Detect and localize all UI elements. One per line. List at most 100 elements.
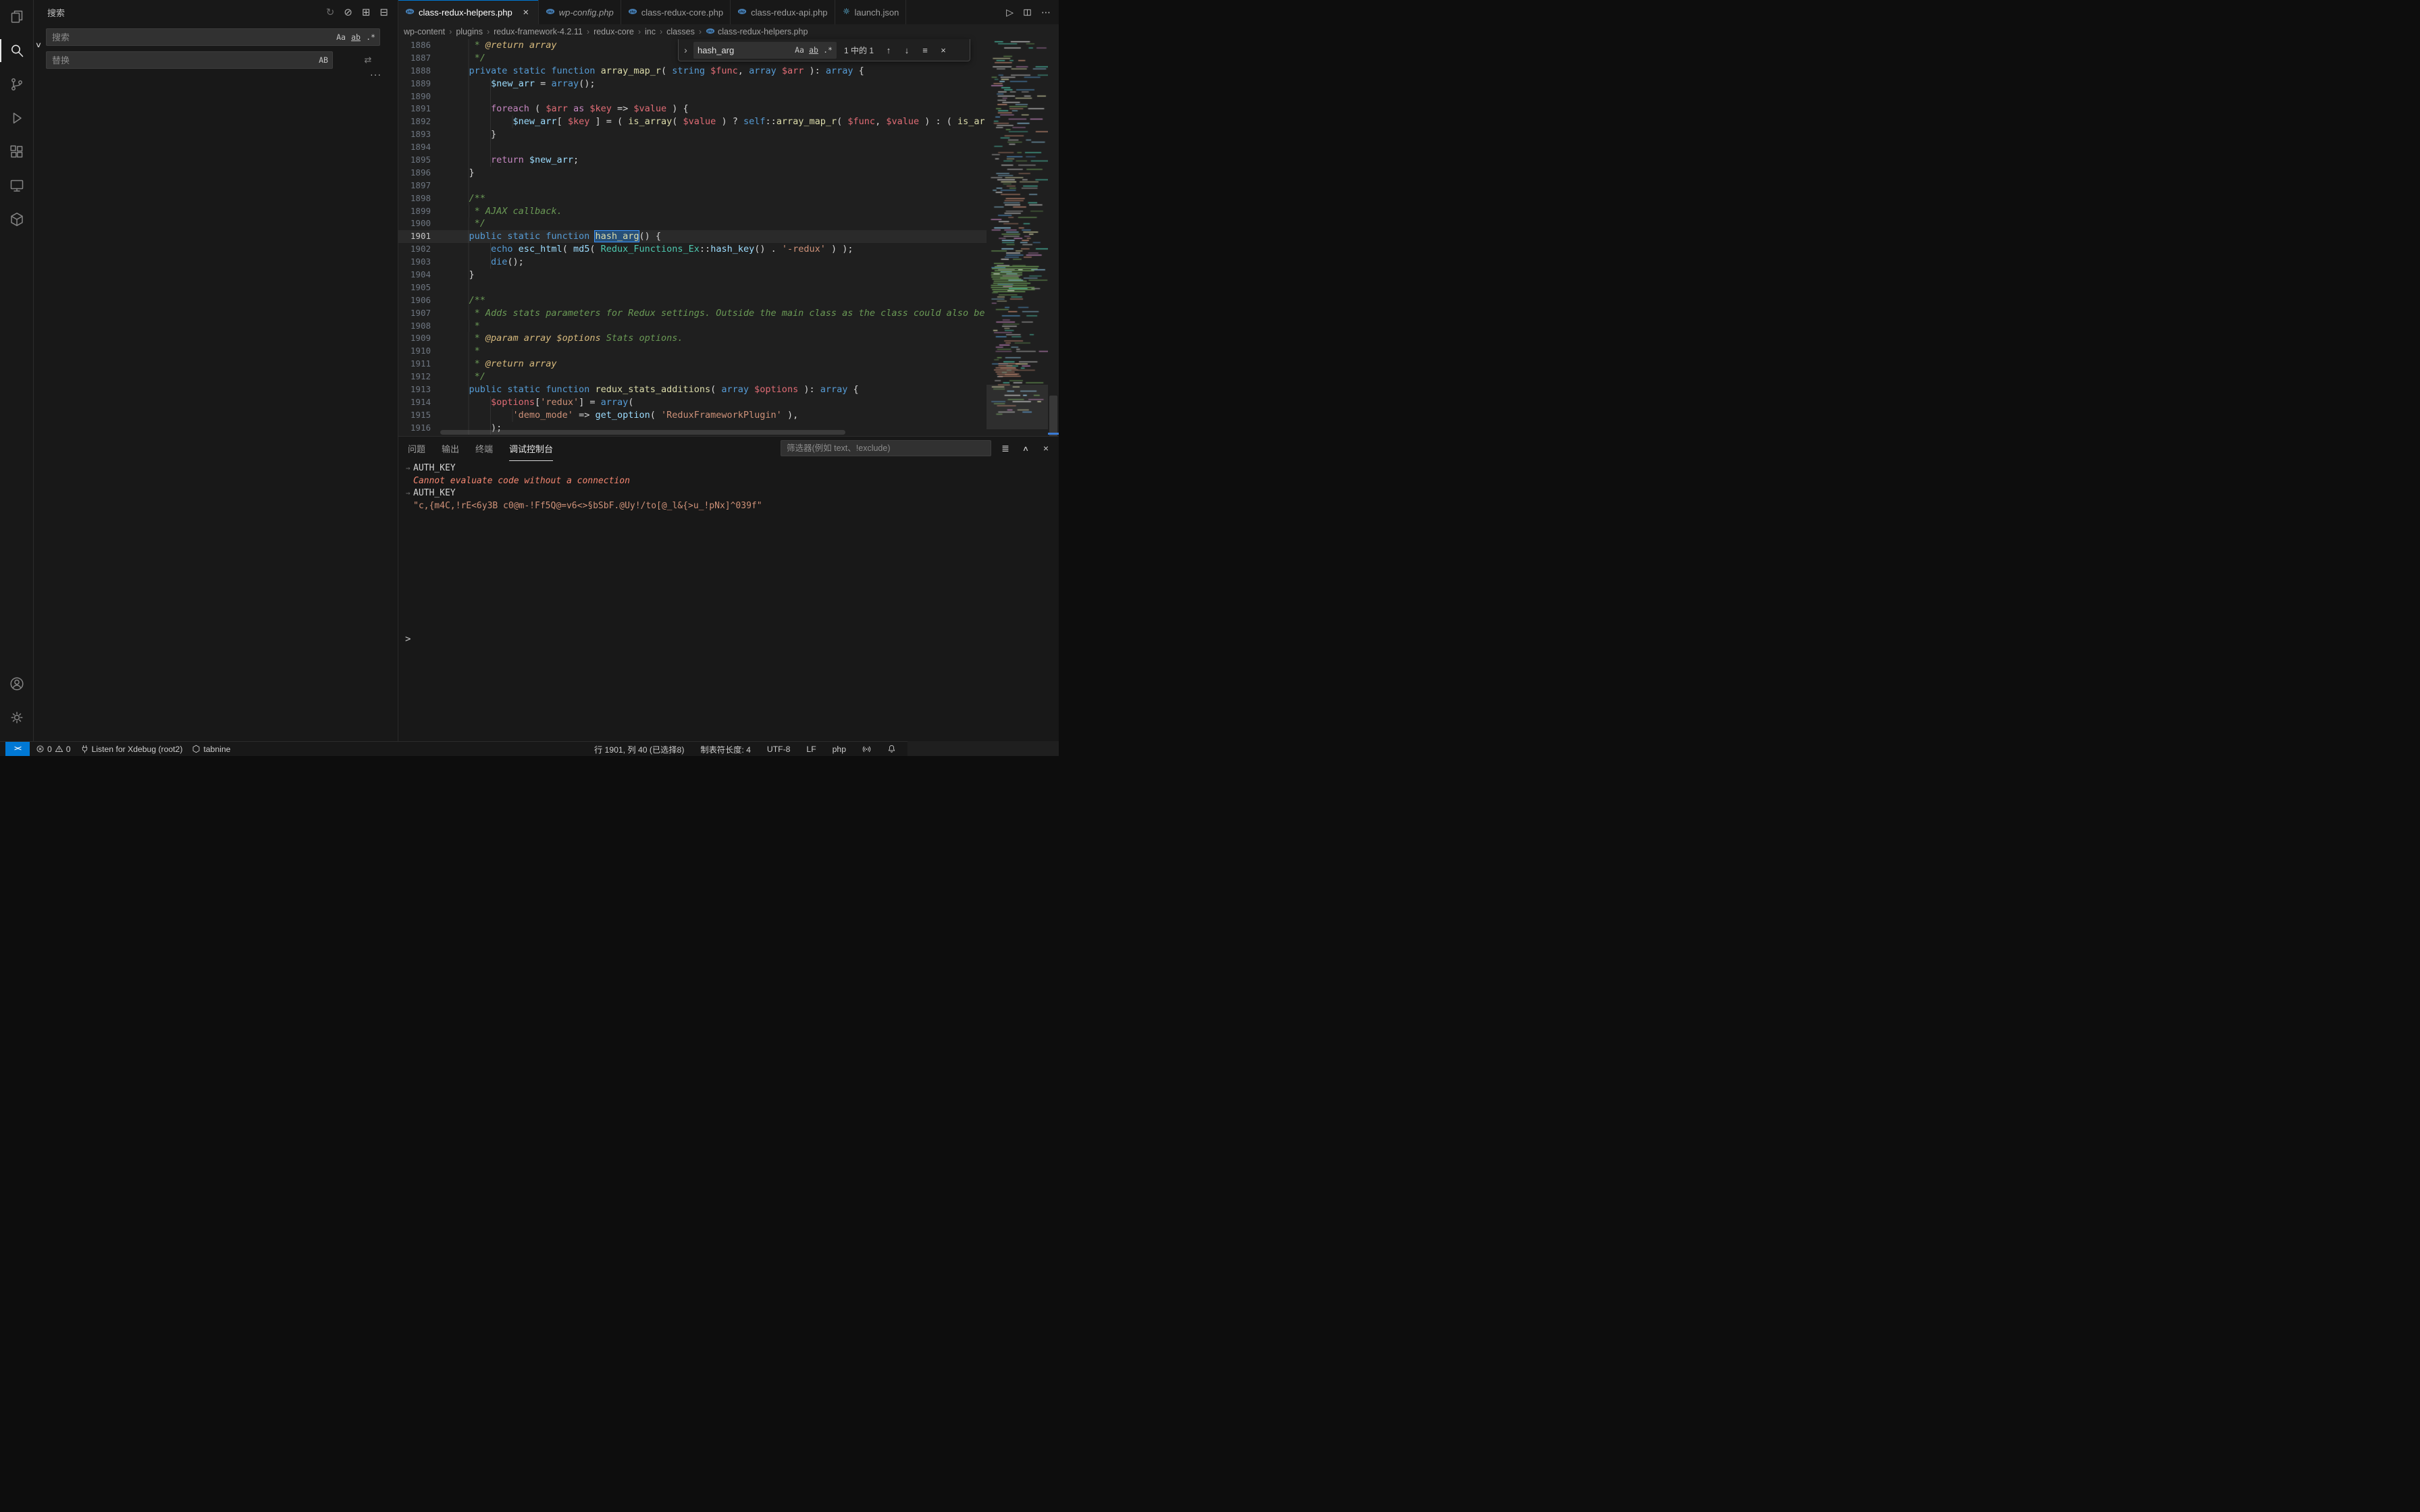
find-input[interactable]: [693, 42, 789, 59]
activity-search-icon[interactable]: [0, 34, 34, 68]
find-close-icon[interactable]: ×: [936, 43, 951, 57]
code-area[interactable]: 1886 * @return array1887 */1888private s…: [398, 39, 987, 436]
maximize-panel-icon[interactable]: ∧: [1020, 444, 1032, 453]
activity-packages-icon[interactable]: [0, 202, 34, 236]
remote-indicator[interactable]: ><: [5, 742, 30, 757]
whole-word-toggle[interactable]: ab: [349, 30, 363, 44]
activity-account-icon[interactable]: [0, 667, 34, 701]
replace-input[interactable]: [46, 51, 333, 69]
broadcast-status[interactable]: [859, 742, 874, 756]
activity-explorer-icon[interactable]: [0, 0, 34, 34]
tabnine-status[interactable]: tabnine: [188, 742, 234, 756]
activity-run-debug-icon[interactable]: [0, 101, 34, 135]
console-filter-input[interactable]: [781, 440, 991, 456]
eol-status[interactable]: LF: [803, 742, 819, 756]
problems-status[interactable]: 00: [32, 742, 74, 756]
gutter-line-number[interactable]: 1889: [398, 78, 431, 90]
gutter-line-number[interactable]: 1905: [398, 281, 431, 294]
breadcrumb-item[interactable]: plugins: [456, 27, 483, 36]
clear-console-icon[interactable]: ≣: [999, 443, 1011, 454]
panel-tab-终端[interactable]: 终端: [475, 437, 493, 461]
gutter-line-number[interactable]: 1907: [398, 307, 431, 320]
refresh-icon[interactable]: ↻: [326, 6, 335, 18]
gutter-line-number[interactable]: 1892: [398, 115, 431, 128]
find-whole-word-toggle[interactable]: ab: [807, 43, 820, 57]
preserve-case-toggle[interactable]: AB: [317, 53, 330, 67]
find-use-regex-toggle[interactable]: .*: [821, 43, 835, 57]
gutter-line-number[interactable]: 1908: [398, 320, 431, 333]
gutter-line-number[interactable]: 1914: [398, 396, 431, 409]
minimap-slider[interactable]: [987, 385, 1048, 429]
gutter-line-number[interactable]: 1902: [398, 243, 431, 256]
gutter-line-number[interactable]: 1887: [398, 52, 431, 65]
activity-source-control-icon[interactable]: [0, 68, 34, 101]
gutter-line-number[interactable]: 1916: [398, 422, 431, 435]
match-case-toggle[interactable]: Aa: [334, 30, 348, 44]
gutter-line-number[interactable]: 1891: [398, 103, 431, 115]
gutter-line-number[interactable]: 1899: [398, 205, 431, 218]
gutter-line-number[interactable]: 1895: [398, 154, 431, 167]
breadcrumb-item[interactable]: classes: [666, 27, 695, 36]
gutter-line-number[interactable]: 1893: [398, 128, 431, 141]
toggle-search-details-icon[interactable]: ···: [370, 69, 382, 80]
tab-launch.json[interactable]: launch.json: [835, 0, 907, 24]
activity-extensions-icon[interactable]: [0, 135, 34, 169]
replace-all-button[interactable]: ⇄: [361, 53, 375, 67]
tab-class-redux-api.php[interactable]: phpclass-redux-api.php: [731, 0, 835, 24]
encoding-status[interactable]: UTF-8: [764, 742, 794, 756]
vertical-scrollbar-thumb[interactable]: [1049, 396, 1057, 436]
activity-settings-icon[interactable]: [0, 701, 34, 734]
gutter-line-number[interactable]: 1913: [398, 383, 431, 396]
find-match-case-toggle[interactable]: Aa: [793, 43, 806, 57]
gutter-line-number[interactable]: 1890: [398, 90, 431, 103]
find-next-icon[interactable]: ↓: [899, 43, 914, 57]
cursor-position-status[interactable]: 行 1901, 列 40 (已选择8): [591, 742, 687, 756]
gutter-line-number[interactable]: 1906: [398, 294, 431, 307]
tab-class-redux-helpers.php[interactable]: phpclass-redux-helpers.php×: [398, 0, 539, 24]
breadcrumb-item[interactable]: inc: [645, 27, 656, 36]
debug-listen-status[interactable]: Listen for Xdebug (root2): [77, 742, 186, 756]
breadcrumb-item[interactable]: wp-content: [404, 27, 445, 36]
split-editor-icon[interactable]: [1023, 8, 1032, 17]
breadcrumb-item[interactable]: redux-core: [594, 27, 634, 36]
gutter-line-number[interactable]: 1904: [398, 269, 431, 281]
gutter-line-number[interactable]: 1903: [398, 256, 431, 269]
indentation-status[interactable]: 制表符长度: 4: [697, 742, 754, 756]
close-tab-icon[interactable]: ×: [521, 7, 531, 18]
gutter-line-number[interactable]: 1912: [398, 371, 431, 383]
collapse-all-icon[interactable]: ⊟: [379, 6, 388, 18]
gutter-line-number[interactable]: 1900: [398, 217, 431, 230]
activity-remote-explorer-icon[interactable]: [0, 169, 34, 202]
close-panel-icon[interactable]: ×: [1040, 443, 1052, 454]
breadcrumb-item[interactable]: redux-framework-4.2.11: [494, 27, 583, 36]
gutter-line-number[interactable]: 1901: [398, 230, 431, 243]
run-icon[interactable]: ▷: [1006, 7, 1014, 18]
editor-pane[interactable]: 1886 * @return array1887 */1888private s…: [398, 39, 1059, 436]
clear-search-results-icon[interactable]: ⊘: [344, 6, 352, 18]
use-regex-toggle[interactable]: .*: [364, 30, 377, 44]
find-toggle-replace-icon[interactable]: ›: [681, 39, 690, 61]
breadcrumb-item[interactable]: phpclass-redux-helpers.php: [706, 26, 808, 38]
debug-console-input[interactable]: >: [405, 634, 411, 645]
gutter-line-number[interactable]: 1911: [398, 358, 431, 371]
language-mode-status[interactable]: php: [829, 742, 849, 756]
gutter-line-number[interactable]: 1897: [398, 180, 431, 192]
toggle-replace-icon[interactable]: ∨: [35, 40, 42, 49]
find-previous-icon[interactable]: ↑: [881, 43, 896, 57]
more-actions-icon[interactable]: ⋯: [1041, 7, 1051, 18]
panel-tab-输出[interactable]: 输出: [442, 437, 459, 461]
tab-wp-config.php[interactable]: phpwp-config.php: [539, 0, 621, 24]
new-search-editor-icon[interactable]: ⊞: [362, 6, 371, 18]
gutter-line-number[interactable]: 1915: [398, 409, 431, 422]
search-input[interactable]: [46, 28, 380, 46]
gutter-line-number[interactable]: 1886: [398, 39, 431, 52]
gutter-line-number[interactable]: 1909: [398, 332, 431, 345]
tab-class-redux-core.php[interactable]: phpclass-redux-core.php: [621, 0, 731, 24]
find-in-selection-icon[interactable]: ≡: [918, 43, 932, 57]
panel-tab-问题[interactable]: 问题: [408, 437, 425, 461]
gutter-line-number[interactable]: 1894: [398, 141, 431, 154]
vertical-scrollbar[interactable]: [1048, 39, 1059, 436]
minimap[interactable]: [987, 39, 1048, 436]
horizontal-scrollbar-thumb[interactable]: [440, 430, 845, 435]
gutter-line-number[interactable]: 1898: [398, 192, 431, 205]
